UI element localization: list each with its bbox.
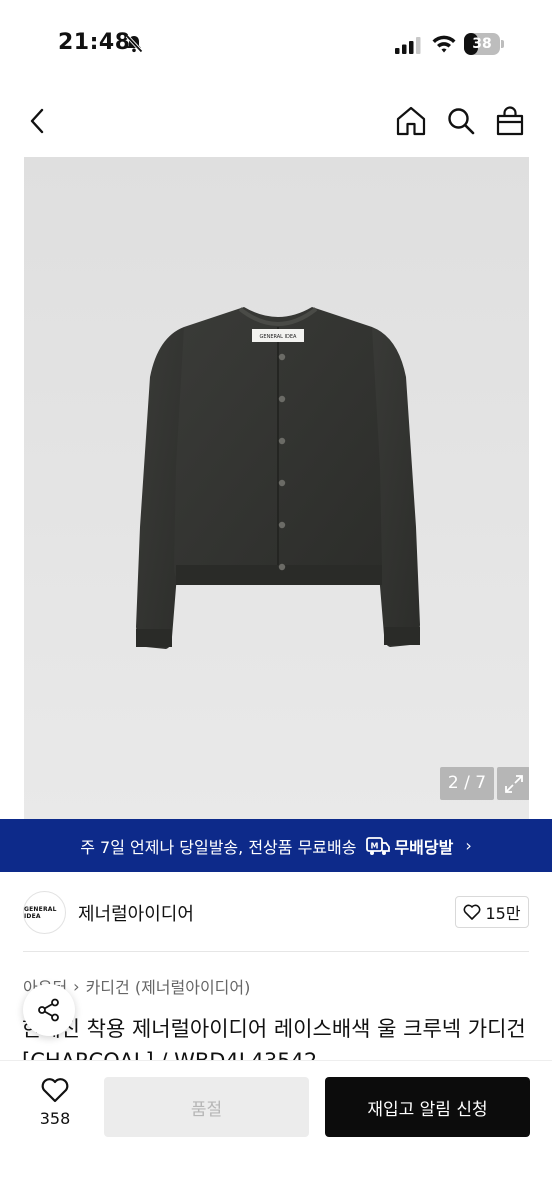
divider (23, 951, 529, 952)
product-image-gallery[interactable]: GENERAL IDEA 2 / 7 (24, 157, 529, 821)
breadcrumb-separator: › (73, 976, 80, 996)
cart-button[interactable] (490, 101, 530, 141)
image-counter: 2 / 7 (440, 767, 494, 800)
svg-text:GENERAL IDEA: GENERAL IDEA (260, 334, 297, 340)
free-delivery-badge: M 무배당발 (366, 834, 453, 858)
chevron-left-icon (30, 108, 44, 134)
chevron-right-icon: › (465, 836, 472, 855)
svg-text:M: M (371, 841, 379, 850)
brand-like-button[interactable]: 15만 (455, 896, 529, 928)
status-bar: 21:48 38 (0, 0, 552, 90)
brand-row: GENERAL IDEA 제너럴아이디어 15만 (0, 887, 552, 937)
product-image: GENERAL IDEA (136, 307, 420, 649)
shopping-bag-icon (496, 106, 524, 136)
delivery-promo-banner[interactable]: 주 7일 언제나 당일발송, 전상품 무료배송 M 무배당발 › (0, 819, 552, 872)
top-navigation (0, 95, 552, 151)
back-button[interactable] (18, 101, 58, 141)
wishlist-button[interactable]: 358 (30, 1077, 80, 1128)
brand-logo[interactable]: GENERAL IDEA (23, 891, 66, 934)
expand-image-button[interactable] (497, 767, 529, 800)
badge-label: 무배당발 (394, 837, 454, 857)
promo-text: 주 7일 언제나 당일발송, 전상품 무료배송 (80, 837, 357, 857)
expand-icon (504, 774, 523, 793)
home-button[interactable] (391, 101, 431, 141)
truck-icon: M (366, 836, 391, 855)
battery-level: 38 (472, 36, 492, 52)
share-icon (38, 998, 59, 1022)
wifi-icon (431, 34, 457, 58)
home-icon (396, 106, 426, 136)
battery-indicator: 38 (464, 33, 504, 55)
restock-alert-button[interactable]: 재입고 알림 신청 (325, 1077, 530, 1137)
breadcrumb-subcategory[interactable]: 카디건 (제너럴아이디어) (86, 974, 251, 998)
heart-icon (41, 1078, 69, 1103)
brand-like-count: 15만 (485, 904, 521, 923)
share-button[interactable] (23, 984, 75, 1036)
bottom-action-bar: 358 품절 재입고 알림 신청 (0, 1060, 552, 1200)
heart-icon (464, 904, 481, 920)
status-time: 21:48 (58, 30, 131, 55)
brand-name[interactable]: 제너럴아이디어 (78, 900, 194, 926)
wishlist-count: 358 (39, 1109, 71, 1128)
cellular-signal-icon (395, 36, 423, 58)
search-icon (448, 108, 475, 135)
bell-slash-icon (124, 34, 144, 58)
search-button[interactable] (441, 101, 481, 141)
soldout-button: 품절 (104, 1077, 309, 1137)
